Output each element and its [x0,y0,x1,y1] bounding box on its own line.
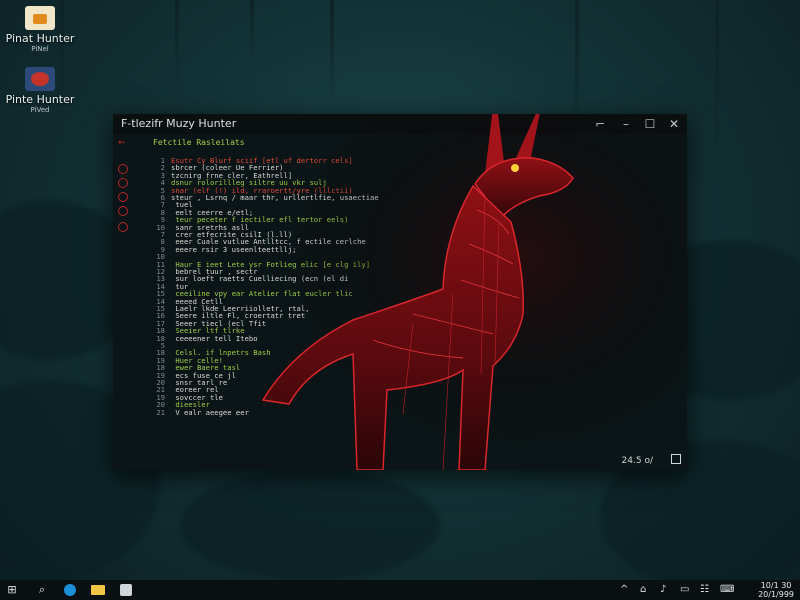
chevron-up-icon[interactable]: ^ [620,584,628,595]
window-title: F-tlezifr Muzy Hunter [121,117,237,130]
code-text: eeere rsir 3 useenlteettllj; [171,244,297,254]
code-text: steur , Lsrnq / maar thr, urllertlfie, u… [171,193,379,202]
circle-icon[interactable] [118,222,128,232]
line-number: 21 [156,407,165,417]
taskbar: ⊞ ⌕ ^ ⌂ ♪ ▭ ☷ ⌨ 10/1 30 20/1/999 [0,580,800,600]
minimize-button[interactable]: – [615,115,637,133]
code-line: 21 V ealr aeegee eer [145,408,249,417]
store-icon[interactable] [118,582,134,598]
code-text: sur loeft raetts Cuelliecing (ecn (el di [171,274,349,284]
code-text: ceeeener tell Itebo [171,333,258,343]
circle-icon[interactable] [118,192,128,202]
desktop-icon-sublabel: PiVed [30,106,50,114]
file-explorer-icon[interactable] [90,582,106,598]
circle-icon[interactable] [118,164,128,174]
desktop-icon-sublabel: PiNel [31,45,49,53]
app-icon [25,6,55,30]
battery-icon[interactable]: ▭ [680,584,689,595]
volume-icon[interactable]: ♪ [660,584,666,595]
clock-time: 10/1 30 [760,581,792,590]
close-button[interactable]: ✕ [663,115,685,133]
back-arrow-icon[interactable]: ← [118,138,128,148]
system-clock[interactable]: 10/1 30 20/1/999 [758,581,794,599]
search-icon[interactable]: ⌕ [34,582,50,598]
edge-browser-icon[interactable] [62,582,78,598]
keyboard-icon[interactable]: ⌨ [720,584,734,595]
start-button[interactable]: ⊞ [4,582,20,598]
desktop-icon-label: Pinte Hunter [5,93,75,106]
code-editor-window[interactable]: F-tlezifr Muzy Hunter ⌐ – ☐ ✕ ← Fetctile… [113,114,687,470]
desktop-icon-pinte-hunter[interactable]: Pinte Hunter PiVed [2,67,78,115]
editor-gutter: ← [113,134,143,414]
circle-icon[interactable] [118,178,128,188]
circle-icon[interactable] [118,206,128,216]
code-header: Fetctile Rasleilats [153,138,245,147]
snap-button[interactable]: ⌐ [589,115,611,133]
status-text: 24.5 o/ [621,456,653,466]
clock-date: 20/1/999 [758,590,794,599]
window-titlebar[interactable]: F-tlezifr Muzy Hunter ⌐ – ☐ ✕ [113,114,687,134]
network-icon[interactable]: ⌂ [640,584,646,595]
code-text: V ealr aeegee eer [171,407,249,417]
app-icon [25,67,55,91]
notification-icon[interactable]: ☷ [700,584,709,595]
desktop-icon-pinat-hunter[interactable]: Pinat Hunter PiNel [2,6,78,54]
expand-icon[interactable] [671,454,681,464]
desktop-icon-label: Pinat Hunter [5,32,75,45]
maximize-button[interactable]: ☐ [639,115,661,133]
